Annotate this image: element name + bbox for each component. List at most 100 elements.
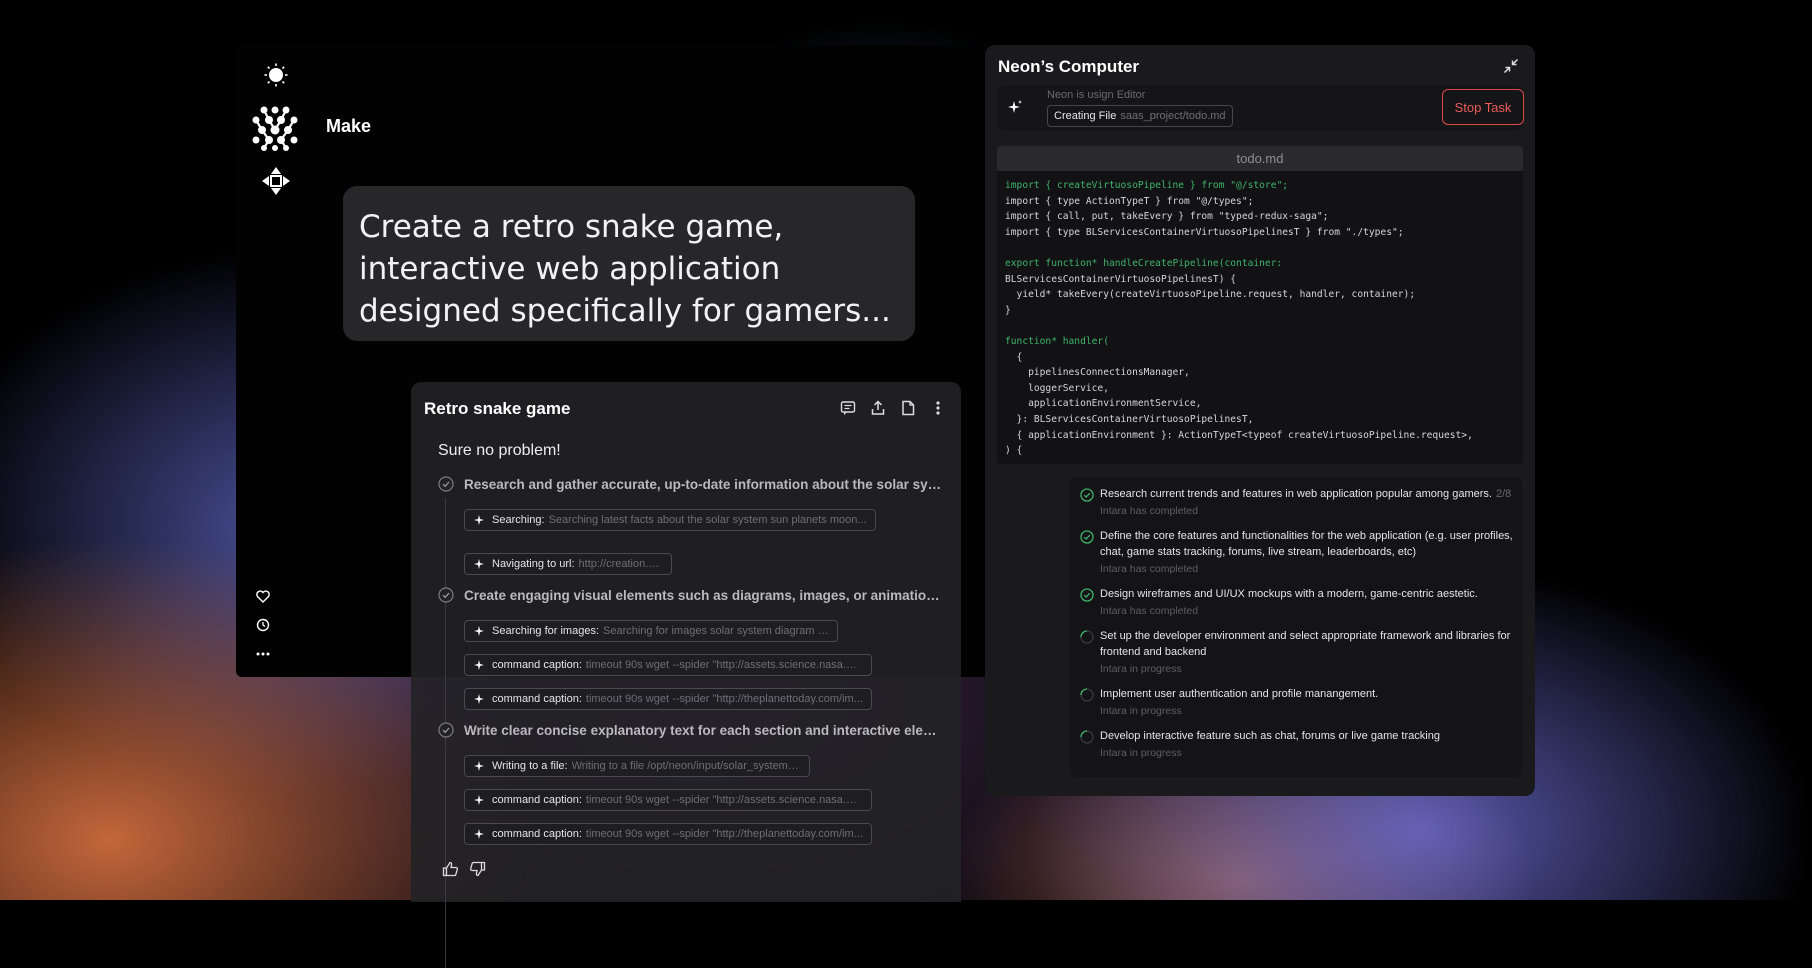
action-label: command caption:	[492, 794, 582, 806]
code-line: BLServicesContainerVirtuosoPipelinesT) {	[1005, 273, 1237, 285]
share-icon[interactable]	[869, 399, 887, 417]
sparkle-icon	[474, 694, 484, 704]
sparkle-icon	[474, 795, 484, 805]
plan-step-status: Intara in progress	[1100, 663, 1182, 675]
plan-step-text: Define the core features and functionali…	[1100, 528, 1515, 560]
using-tool-label: Neon is usign Editor	[1047, 89, 1146, 101]
code-line: pipelinesConnectionsManager,	[1005, 367, 1190, 379]
code-line: import { type ActionTypeT } from "@/type…	[1005, 195, 1254, 207]
sparkle-icon	[474, 515, 484, 525]
action-label: Searching for images:	[492, 625, 599, 637]
task-title: Research and gather accurate, up-to-date…	[464, 476, 944, 492]
action-value: timeout 90s wget --spider "http://thepla…	[585, 828, 863, 840]
plan-step-status: Intara has completed	[1100, 605, 1199, 617]
chat-title: Retro snake game	[424, 399, 571, 418]
logo-icon[interactable]	[250, 104, 300, 152]
task-item[interactable]: Create engaging visual elements such as …	[438, 587, 958, 603]
code-line: }: BLServicesContainerVirtuosoPipelinesT…	[1005, 413, 1254, 425]
plan-step-text: Implement user authentication and profil…	[1100, 686, 1515, 702]
current-action-value: saas_project/todo.md	[1120, 110, 1226, 122]
stop-task-button[interactable]: Stop Task	[1442, 89, 1524, 125]
assistant-reply: Sure no problem!	[438, 442, 561, 459]
action-pill[interactable]: command caption: timeout 90s wget --spid…	[464, 688, 872, 710]
plan-step-text: Develop interactive feature such as chat…	[1100, 728, 1515, 744]
plan-step-title: Research current trends and features in …	[1100, 488, 1492, 500]
action-value: Writing to a file /opt/neon/input/solar_…	[571, 760, 801, 772]
action-label: command caption:	[492, 659, 582, 671]
progress-circle-icon	[1080, 688, 1094, 702]
action-pill[interactable]: Searching: Searching latest facts about …	[464, 509, 876, 531]
sparkle-icon	[474, 660, 484, 670]
plan-step-title: Define the core features and functionali…	[1100, 530, 1513, 558]
file-icon[interactable]	[899, 399, 917, 417]
feedback-controls	[442, 861, 486, 882]
progress-circle-icon	[1080, 630, 1094, 644]
sparkle-icon	[1008, 100, 1022, 113]
thumbs-down-icon[interactable]	[469, 861, 486, 882]
action-pill[interactable]: Writing to a file: Writing to a file /op…	[464, 755, 810, 777]
more-icon[interactable]	[254, 645, 272, 663]
check-circle-icon	[1080, 530, 1094, 544]
code-line: ) {	[1005, 445, 1023, 457]
sun-icon[interactable]	[264, 62, 288, 88]
code-line: applicationEnvironmentService,	[1005, 398, 1202, 410]
chat-panel: Retro snake game Sure no problem! Resear…	[411, 382, 961, 968]
plan-step-status: Intara in progress	[1100, 705, 1182, 717]
history-icon[interactable]	[254, 616, 272, 634]
task-title: Create engaging visual elements such as …	[464, 587, 944, 603]
thumbs-up-icon[interactable]	[442, 861, 459, 882]
computer-panel: Neon’s Computer Neon is usign Editor Cre…	[985, 45, 1535, 796]
action-value: timeout 90s wget --spider "http://assets…	[585, 794, 863, 806]
code-line: { applicationEnvironment }: ActionTypeT<…	[1005, 429, 1473, 441]
code-line: loggerService,	[1005, 382, 1109, 394]
action-value: timeout 90s wget --spider "http://thepla…	[585, 693, 863, 705]
action-pill[interactable]: command caption: timeout 90s wget --spid…	[464, 654, 872, 676]
current-action-pill: Creating File saas_project/todo.md	[1047, 105, 1233, 127]
action-label: Searching:	[492, 514, 545, 526]
sparkle-icon	[474, 829, 484, 839]
progress-circle-icon	[1080, 730, 1094, 744]
action-label: Navigating to url:	[492, 558, 575, 570]
check-circle-icon	[1080, 488, 1094, 502]
plan-step-text: Set up the developer environment and sel…	[1100, 628, 1515, 660]
code-line: import { createVirtuosoPipeline } from "…	[1005, 180, 1289, 191]
task-item[interactable]: Write clear concise explanatory text for…	[438, 722, 958, 738]
sparkle-icon	[474, 559, 484, 569]
task-item[interactable]: Research and gather accurate, up-to-date…	[438, 476, 958, 492]
action-pill[interactable]: Navigating to url: http://creation.com	[464, 553, 672, 575]
code-line: yield* takeEvery(createVirtuosoPipeline.…	[1005, 289, 1416, 301]
action-value: http://creation.com	[578, 558, 663, 570]
comment-icon[interactable]	[839, 399, 857, 417]
heart-icon[interactable]	[254, 587, 272, 605]
action-pill[interactable]: command caption: timeout 90s wget --spid…	[464, 823, 872, 845]
sparkle-icon	[474, 626, 484, 636]
check-circle-icon	[1080, 588, 1094, 602]
plan-steps: Research current trends and features in …	[1070, 477, 1522, 777]
task-title: Write clear concise explanatory text for…	[464, 722, 944, 738]
code-line: export function* handleCreatePipeline(co…	[1005, 257, 1283, 269]
code-line: import { call, put, takeEvery } from "ty…	[1005, 211, 1329, 223]
action-label: command caption:	[492, 828, 582, 840]
action-value: Searching latest facts about the solar s…	[548, 514, 867, 526]
plan-step-text: Design wireframes and UI/UX mockups with…	[1100, 586, 1515, 602]
check-circle-icon	[438, 587, 454, 603]
code-editor: todo.md import { createVirtuosoPipeline …	[997, 146, 1523, 464]
plan-step-text: Research current trends and features in …	[1100, 486, 1515, 502]
plan-step-title: Implement user authentication and profil…	[1100, 688, 1379, 700]
plan-step-status: Intara in progress	[1100, 747, 1182, 759]
kebab-menu-icon[interactable]	[929, 399, 947, 417]
plan-step-title: Set up the developer environment and sel…	[1100, 630, 1511, 658]
check-circle-icon	[438, 722, 454, 738]
plan-step-status: Intara has completed	[1100, 505, 1199, 517]
prompt-bubble: Create a retro snake game, interactive w…	[343, 186, 915, 341]
collapse-icon[interactable]	[1503, 58, 1519, 74]
move-icon[interactable]	[261, 166, 291, 196]
action-label: command caption:	[492, 693, 582, 705]
action-pill[interactable]: Searching for images: Searching for imag…	[464, 620, 838, 642]
plan-step-status: Intara has completed	[1100, 563, 1199, 575]
action-pill[interactable]: command caption: timeout 90s wget --spid…	[464, 789, 872, 811]
editor-file-tab[interactable]: todo.md	[997, 146, 1523, 171]
code-content: import { createVirtuosoPipeline } from "…	[997, 171, 1523, 464]
